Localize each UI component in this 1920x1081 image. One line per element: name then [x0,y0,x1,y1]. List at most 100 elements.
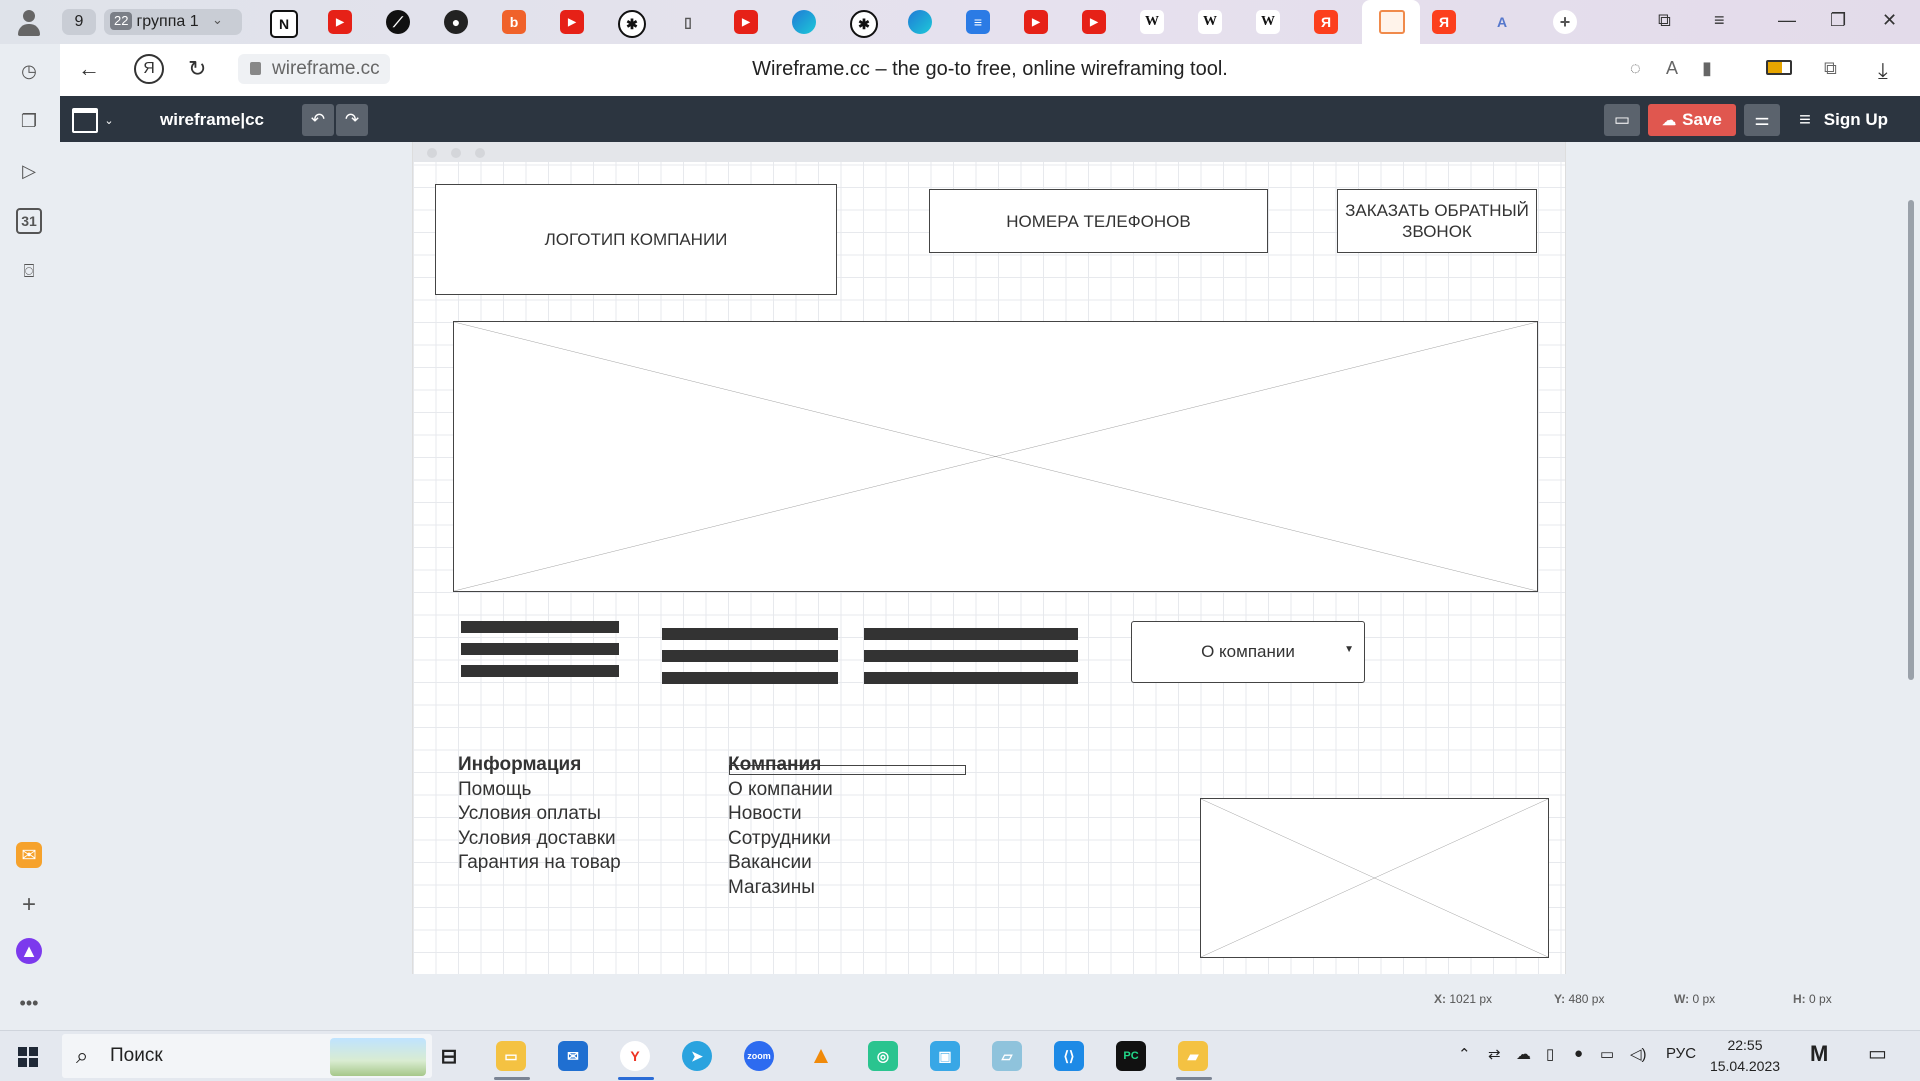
windows-start-icon[interactable] [18,1047,38,1067]
info-link[interactable]: Помощь [458,778,621,803]
wikipedia-icon[interactable]: W [1256,10,1280,34]
close-icon[interactable]: ✕ [1882,10,1897,31]
tab-group-counter[interactable]: 9 [62,9,96,35]
info-link[interactable]: Условия оплаты [458,802,621,827]
youtube-icon[interactable]: ▶ [1082,10,1106,34]
tray-chevron-icon[interactable]: ⌃ [1458,1045,1471,1063]
company-link[interactable]: Вакансии [728,851,833,876]
map-image-placeholder[interactable] [1200,798,1549,958]
phones-box[interactable]: НОМЕРА ТЕЛЕФОНОВ [929,189,1268,253]
openai-icon[interactable]: ✱ [618,10,646,38]
info-link[interactable]: Гарантия на товар [458,851,621,876]
download-icon[interactable]: ⤓ [1878,58,1888,84]
vlc-icon[interactable]: ▲ [806,1041,836,1071]
info-link[interactable]: Условия доставки [458,827,621,852]
minimize-icon[interactable]: — [1778,10,1796,31]
app-logo[interactable]: wireframe|cc [160,110,264,130]
battery-icon[interactable] [1766,60,1792,75]
youtube-icon[interactable]: ▶ [1024,10,1048,34]
edge-icon[interactable] [908,10,932,34]
wikipedia-icon[interactable]: W [1198,10,1222,34]
yandex-icon[interactable]: Я [1432,10,1456,34]
alice-icon[interactable]: ▲ [16,938,42,964]
task-view-icon[interactable]: ⊟ [434,1041,464,1071]
add-panel-icon[interactable]: + [16,891,42,918]
microphone-icon[interactable]: ● [1574,1045,1583,1062]
canvas-scrollbar[interactable] [1908,200,1914,680]
company-link[interactable]: О компании [728,778,833,803]
openai-icon[interactable]: ✱ [850,10,878,38]
bookmark-icon[interactable]: ▮ [1702,58,1712,79]
tab-wireframe-active[interactable] [1362,0,1420,44]
notes-icon[interactable]: ▱ [992,1041,1022,1071]
device-icon[interactable]: ▯ [1546,1045,1554,1063]
notion-icon[interactable]: N [270,10,298,38]
hamburger-icon[interactable]: ≡ [1790,104,1820,136]
wireframe-page[interactable]: ЛОГОТИП КОМПАНИИ НОМЕРА ТЕЛЕФОНОВ ЗАКАЗА… [412,142,1566,974]
translate-icon[interactable]: A [1666,58,1678,79]
app-green-icon[interactable]: ◎ [868,1041,898,1071]
tabs-overview-icon[interactable]: ⧉ [1658,10,1671,31]
telegram-icon[interactable]: ➤ [682,1041,712,1071]
text-block-1[interactable] [461,621,619,677]
volume-icon[interactable]: ◁) [1630,1045,1647,1063]
text-block-2[interactable] [662,628,838,684]
yandex-icon[interactable]: Я [1314,10,1338,34]
mail-icon[interactable]: ✉ [16,842,42,868]
collections-icon[interactable]: ❐ [16,108,42,134]
mail-icon[interactable]: ✉ [558,1041,588,1071]
translate-icon[interactable]: A [1490,10,1514,34]
chat-icon[interactable]: ◌ [1630,58,1641,79]
company-link[interactable]: Сотрудники [728,827,833,852]
network-transfer-icon[interactable]: ⇄ [1488,1045,1501,1063]
calendar-icon[interactable]: 31 [16,208,42,234]
youtube-icon[interactable]: ▶ [734,10,758,34]
redo-button[interactable]: ↷ [336,104,368,136]
banner-image-placeholder[interactable] [453,321,1538,592]
text-block-3[interactable] [864,628,1078,684]
file-icon[interactable]: ▯ [676,10,700,34]
wikipedia-icon[interactable]: W [1140,10,1164,34]
link-icon[interactable]: ⟋ [386,10,410,34]
screenshot-icon[interactable]: ⌼ [16,258,42,284]
youtube-icon[interactable]: ▶ [328,10,352,34]
folder-icon[interactable]: ▰ [1178,1041,1208,1071]
comments-button[interactable]: ▭ [1604,104,1640,136]
company-dropdown[interactable]: О компании ▼ [1131,621,1365,683]
extensions-icon[interactable]: ⧉ [1824,58,1837,79]
more-icon[interactable]: ••• [16,990,42,1016]
pycharm-icon[interactable]: PC [1116,1041,1146,1071]
callback-box[interactable]: ЗАКАЗАТЬ ОБРАТНЫЙ ЗВОНОК [1337,189,1537,253]
logo-placeholder-box[interactable]: ЛОГОТИП КОМПАНИИ [435,184,837,295]
menu-icon[interactable]: ≡ [1714,10,1725,31]
file-explorer-icon[interactable]: ▭ [496,1041,526,1071]
docs-icon[interactable]: ≡ [966,10,990,34]
vscode-icon[interactable]: ⟨⟩ [1054,1041,1084,1071]
m-app-icon[interactable]: M [1810,1041,1828,1067]
yandex-browser-icon[interactable]: Y [620,1041,650,1071]
b-icon[interactable]: b [502,10,526,34]
page-menu-button[interactable]: ⌄ [70,104,116,136]
edge-icon[interactable] [792,10,816,34]
onedrive-icon[interactable]: ☁ [1516,1045,1531,1063]
chevron-down-icon[interactable]: ⌄ [212,12,223,28]
settings-button[interactable]: ⚌ [1744,104,1780,136]
language-indicator[interactable]: РУС [1666,1045,1696,1062]
company-link[interactable]: Новости [728,802,833,827]
zoom-icon[interactable]: zoom [744,1041,774,1071]
video-icon[interactable]: ▷ [16,158,42,184]
company-link[interactable]: Магазины [728,876,833,901]
github-icon[interactable]: ● [444,10,468,34]
taskbar-clock[interactable]: 22:55 15.04.2023 [1700,1035,1790,1077]
youtube-icon[interactable]: ▶ [560,10,584,34]
history-icon[interactable]: ◷ [16,58,42,84]
undo-button[interactable]: ↶ [302,104,334,136]
profile-icon[interactable] [14,8,44,38]
save-button[interactable]: ☁ Save [1648,104,1736,136]
restore-icon[interactable]: ❐ [1830,10,1846,31]
taskbar-search[interactable]: ⌕ Поиск [62,1034,432,1078]
battery-icon[interactable]: ▭ [1600,1045,1614,1063]
chat-app-icon[interactable]: ▣ [930,1041,960,1071]
notifications-icon[interactable]: ▭ [1868,1041,1887,1066]
signup-button[interactable]: Sign Up [1824,110,1888,130]
